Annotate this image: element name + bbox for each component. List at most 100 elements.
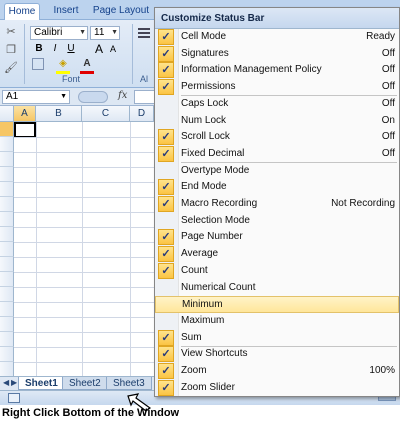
font-name-select[interactable]: Calibri ▼ [30,26,88,40]
column-header-d[interactable]: D [130,106,154,122]
name-box-value: A1 [6,91,19,102]
menu-item-label: Overtype Mode [181,164,250,176]
row-header[interactable] [0,242,14,257]
font-size-select[interactable]: 11 ▼ [90,26,120,40]
menu-item-page-number[interactable]: ✓ Page Number [155,229,399,246]
menu-item-information-management-policy[interactable]: ✓ Information Management Policy Off [155,62,399,79]
column-header-c[interactable]: C [82,106,130,122]
sheet-tab-2[interactable]: Sheet2 [62,377,108,390]
menu-item-maximum[interactable]: Maximum [155,313,399,330]
row-header[interactable] [0,152,14,167]
menu-item-selection-mode[interactable]: Selection Mode [155,213,399,230]
menu-item-label: End Mode [181,181,227,193]
row-header[interactable] [0,302,14,317]
row-header[interactable] [0,122,14,137]
tab-insert[interactable]: Insert [48,3,84,20]
menu-item-label: Num Lock [181,114,227,126]
menu-item-caps-lock[interactable]: Caps Lock Off [155,96,399,113]
grow-font-button[interactable]: A [92,42,106,56]
menu-item-view-shortcuts[interactable]: ✓ View Shortcuts [155,346,399,363]
sheet-tab-1[interactable]: Sheet1 [18,377,65,390]
menu-item-macro-recording[interactable]: ✓ Macro Recording Not Recording [155,196,399,213]
align-icon[interactable] [138,28,150,30]
group-divider [132,24,133,84]
menu-item-label: Average [181,248,219,260]
row-header[interactable] [0,227,14,242]
row-header[interactable] [0,182,14,197]
select-all-corner[interactable] [0,106,14,122]
next-sheet-icon[interactable]: ▶ [11,378,17,387]
column-header-b[interactable]: B [36,106,82,122]
checkmark-icon: ✓ [158,45,174,62]
clipboard-group: ✂ ❐ 🖌 [2,23,22,81]
checkmark-icon: ✓ [158,29,174,45]
menu-item-label: Permissions [181,81,236,93]
cut-icon[interactable]: ✂ [4,25,18,39]
row-header[interactable] [0,317,14,332]
menu-item-end-mode[interactable]: ✓ End Mode [155,179,399,196]
tab-page-layout[interactable]: Page Layout [92,3,150,20]
menu-item-value: Off [381,131,395,143]
row-header[interactable] [0,287,14,302]
align-icon-line [138,32,150,34]
menu-item-signatures[interactable]: ✓ Signatures Off [155,45,399,63]
column-header-a[interactable]: A [14,106,36,122]
alignment-group-label: Al [140,74,149,84]
chevron-down-icon: ▼ [60,93,67,100]
grid-line [130,122,131,376]
menu-item-sum[interactable]: ✓ Sum [155,329,399,347]
row-header[interactable] [0,257,14,272]
menu-item-num-lock[interactable]: Num Lock On [155,113,399,130]
menu-item-count[interactable]: ✓ Count [155,262,399,280]
menu-item-average[interactable]: ✓ Average [155,246,399,263]
menu-item-fixed-decimal[interactable]: ✓ Fixed Decimal Off [155,145,399,163]
row-header[interactable] [0,167,14,182]
row-header[interactable] [0,212,14,227]
active-cell[interactable] [14,122,36,138]
align-icon-line [138,36,150,38]
macro-record-icon[interactable] [8,393,20,403]
underline-button[interactable]: U [64,42,78,56]
row-header[interactable] [0,272,14,287]
checkmark-icon: ✓ [158,246,174,263]
name-box[interactable]: A1 ▼ [2,90,70,104]
menu-item-permissions[interactable]: ✓ Permissions Off [155,79,399,96]
copy-icon[interactable]: ❐ [4,43,18,57]
chevron-down-icon: ▼ [111,29,118,36]
checkmark-icon: ✓ [158,179,174,196]
format-painter-icon[interactable]: 🖌 [4,61,18,75]
menu-item-overtype-mode[interactable]: Overtype Mode [155,163,399,180]
menu-item-scroll-lock[interactable]: ✓ Scroll Lock Off [155,129,399,146]
row-header[interactable] [0,362,14,377]
shrink-font-button[interactable]: A [106,42,120,56]
menu-item-label: Fixed Decimal [181,147,245,159]
font-color-swatch [80,71,94,74]
menu-item-label: Minimum [182,299,223,311]
menu-item-numerical-count[interactable]: Numerical Count [155,280,399,297]
borders-icon[interactable] [32,58,44,70]
menu-item-label: Numerical Count [181,281,256,293]
menu-item-zoom[interactable]: ✓ Zoom 100% [155,363,399,380]
menu-item-value: On [381,114,395,126]
row-header[interactable] [0,197,14,212]
menu-item-label: Signatures [181,47,229,59]
formula-toggle[interactable] [78,91,108,103]
grid-line [36,122,37,376]
checkmark-icon: ✓ [158,62,174,79]
italic-button[interactable]: I [48,42,62,56]
row-header[interactable] [0,332,14,347]
row-header[interactable] [0,347,14,362]
menu-item-minimum[interactable]: Minimum [155,296,399,313]
menu-item-label: Selection Mode [181,214,250,226]
insert-function-button[interactable]: fx [118,90,127,101]
sheet-tab-3[interactable]: Sheet3 [106,377,152,390]
bold-button[interactable]: B [32,42,46,56]
font-color-icon[interactable]: A [80,57,94,71]
fill-color-icon[interactable]: ◈ [56,57,70,71]
instruction-caption: Right Click Bottom of the Window [2,407,180,419]
tab-home[interactable]: Home [4,3,40,20]
row-header[interactable] [0,137,14,152]
first-sheet-icon[interactable]: ◀ [3,378,9,387]
menu-item-cell-mode[interactable]: ✓ Cell Mode Ready [155,29,399,46]
menu-item-zoom-slider[interactable]: ✓ Zoom Slider [155,379,399,397]
